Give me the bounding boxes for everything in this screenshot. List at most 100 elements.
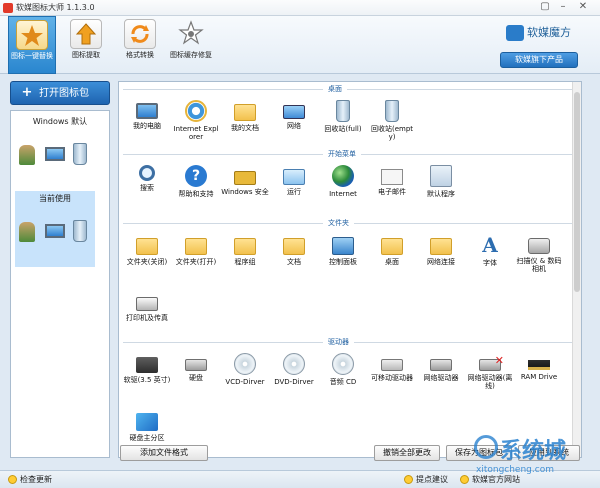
cd-icon: [234, 353, 256, 375]
add-file-format-button[interactable]: 添加文件格式: [120, 445, 208, 461]
windows-default-title: Windows 默认: [32, 117, 88, 126]
icon-cell[interactable]: 文件夹(打开): [172, 228, 220, 280]
icon-cell[interactable]: 回收站(empty): [368, 94, 416, 146]
products-button[interactable]: 软媒旗下产品: [500, 52, 578, 68]
icon-cell[interactable]: 文件夹(关闭): [123, 228, 171, 280]
icon-label: 桌面: [385, 258, 399, 266]
icon-label: DVD-Dirver: [274, 378, 314, 386]
icon-cell[interactable]: 程序组: [221, 228, 269, 280]
brand-logo[interactable]: 软媒魔方: [506, 24, 571, 42]
title-bar: 软媒图标大师 1.1.3.0 ▢ – ✕: [0, 0, 600, 16]
tool-cache-repair[interactable]: 图标缓存修复: [168, 16, 214, 74]
icon-cell[interactable]: 我的电脑: [123, 94, 171, 146]
icon-cell[interactable]: 控制面板: [319, 228, 367, 280]
folder-icon: [234, 104, 256, 121]
current-pack[interactable]: 当前使用: [15, 191, 95, 267]
icon-cell[interactable]: Windows 安全: [221, 159, 269, 211]
section-header: 开始菜单: [123, 150, 573, 159]
folder-icon: [136, 238, 158, 255]
section-title: 文件夹: [323, 219, 354, 228]
net-icon: [283, 105, 305, 119]
section-desktop: 桌面 我的电脑 Internet Explorer 我的文档 网络 回收站(full) 回…: [123, 85, 573, 151]
icon-cell[interactable]: A 字体: [466, 228, 514, 280]
icon-label: 电子邮件: [378, 188, 406, 196]
netdrive-icon: [430, 359, 452, 371]
icon-label: 默认程序: [427, 190, 455, 198]
font-icon: A: [482, 233, 498, 257]
icon-cell[interactable]: Internet Explorer: [172, 94, 220, 146]
icon-label: 回收站(empty): [370, 125, 414, 141]
folder-icon: [381, 238, 403, 255]
icon-cell[interactable]: 回收站(full): [319, 94, 367, 146]
usb-icon: [381, 359, 403, 371]
icon-cell[interactable]: Internet: [319, 159, 367, 211]
brand-text: 软媒魔方: [527, 26, 571, 39]
camera-icon: [528, 238, 550, 254]
icon-label: Windows 安全: [221, 188, 269, 196]
icon-label: 网络驱动器: [423, 374, 459, 382]
tshirt-icon[interactable]: ▢: [538, 2, 552, 13]
search-icon: [139, 165, 155, 181]
icon-cell[interactable]: VCD-Dirver: [221, 347, 269, 399]
printer-icon: [136, 297, 158, 311]
icon-cell[interactable]: 网络驱动器: [417, 347, 465, 399]
app-icon: [3, 3, 13, 13]
cube-icon: [506, 25, 524, 41]
ram-icon: [528, 360, 550, 370]
vertical-scrollbar[interactable]: [572, 82, 581, 457]
icon-label: 硬盘主分区: [129, 434, 165, 442]
check-update-link[interactable]: 检查更新: [8, 474, 52, 485]
suggest-link[interactable]: 提点建议: [404, 474, 448, 485]
section-header: 桌面: [123, 85, 573, 94]
add-file-format-label: 添加文件格式: [140, 448, 188, 457]
pc-icon: [136, 103, 158, 119]
icon-cell[interactable]: 我的文档: [221, 94, 269, 146]
refresh-icon: [124, 19, 156, 49]
icon-label: 帮助和支持: [178, 190, 214, 198]
tool-extract[interactable]: 图标提取: [62, 16, 110, 74]
icon-label: 字体: [483, 259, 497, 267]
icon-cell[interactable]: 桌面: [368, 228, 416, 280]
icon-grid: 我的电脑 Internet Explorer 我的文档 网络 回收站(full) 回收站(…: [123, 94, 573, 151]
tool-replace[interactable]: 图标一键替换: [8, 16, 56, 74]
icon-cell[interactable]: 音频 CD: [319, 347, 367, 399]
star-icon: [16, 20, 48, 50]
win-icon: [136, 413, 158, 431]
tool-convert[interactable]: 格式转换: [116, 16, 164, 74]
minimize-button[interactable]: –: [556, 2, 570, 13]
close-button[interactable]: ✕: [576, 2, 590, 13]
cd-icon: [332, 353, 354, 375]
icon-cell[interactable]: 默认程序: [417, 159, 465, 211]
update-icon: [8, 475, 17, 484]
undo-all-button[interactable]: 撤销全部更改: [374, 445, 440, 461]
suggest-label: 提点建议: [416, 475, 448, 484]
icon-cell[interactable]: DVD-Dirver: [270, 347, 318, 399]
windows-default-preview: [11, 141, 109, 177]
products-button-label: 软媒旗下产品: [515, 55, 563, 64]
icon-cell[interactable]: 搜索: [123, 159, 171, 211]
icon-cell[interactable]: 运行: [270, 159, 318, 211]
open-icon-pack-button[interactable]: + 打开图标包: [10, 81, 110, 105]
icon-label: 打印机及传真: [126, 314, 168, 322]
icon-cell[interactable]: 网络: [270, 94, 318, 146]
icon-label: 网络连接: [427, 258, 455, 266]
icon-cell[interactable]: 硬盘: [172, 347, 220, 399]
icon-cell[interactable]: ? 帮助和支持: [172, 159, 220, 211]
icon-cell[interactable]: 扫描仪 & 数码相机: [515, 228, 563, 280]
icon-label: 我的电脑: [133, 122, 161, 130]
icon-cell[interactable]: 软驱(3.5 英寸): [123, 347, 171, 399]
icon-cell[interactable]: 网络驱动器(离线): [466, 347, 514, 399]
icon-label: 我的文档: [231, 124, 259, 132]
icon-cell[interactable]: 网络连接: [417, 228, 465, 280]
icon-grid-panel: 桌面 我的电脑 Internet Explorer 我的文档 网络 回收站(full) 回…: [118, 81, 582, 458]
lightbulb-icon: [404, 475, 413, 484]
icon-label: VCD-Dirver: [225, 378, 265, 386]
icon-cell[interactable]: 电子邮件: [368, 159, 416, 211]
icon-cell[interactable]: 打印机及传真: [123, 285, 171, 337]
scrollbar-thumb[interactable]: [574, 92, 580, 292]
windows-default-pack[interactable]: Windows 默认: [11, 111, 109, 181]
icon-cell[interactable]: 文档: [270, 228, 318, 280]
section-header: 文件夹: [123, 219, 573, 228]
icon-cell[interactable]: 可移动驱动器: [368, 347, 416, 399]
icon-cell[interactable]: RAM Drive: [515, 347, 563, 399]
